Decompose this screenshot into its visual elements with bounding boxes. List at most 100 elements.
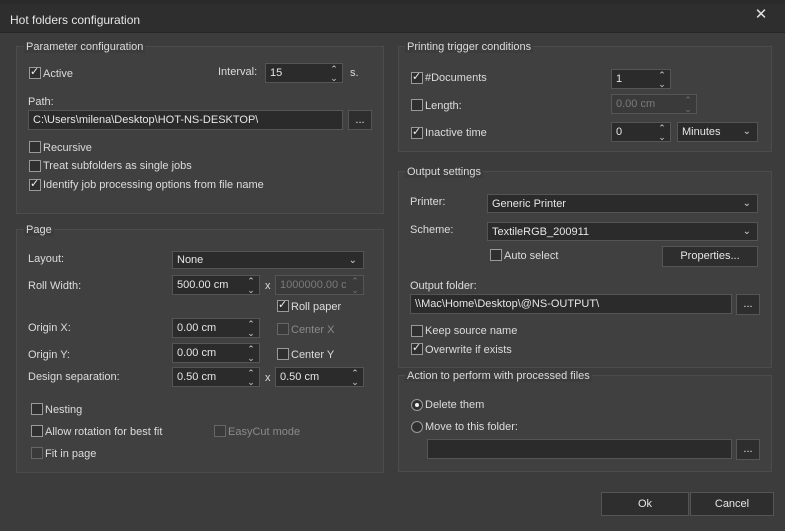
output-folder-label: Output folder:: [410, 280, 477, 292]
interval-input[interactable]: 15 ⌃ ⌄: [265, 63, 343, 83]
roll-paper-label: Roll paper: [291, 301, 342, 313]
treat-subfolders-label: Treat subfolders as single jobs: [43, 160, 192, 172]
nesting-checkbox[interactable]: [31, 403, 43, 415]
roll-height-value: 1000000.00 cm: [280, 279, 346, 291]
length-label: Length:: [425, 100, 462, 112]
interval-spinner[interactable]: ⌃ ⌄: [329, 64, 339, 83]
active-label: Active: [43, 68, 73, 80]
printer-value: Generic Printer: [492, 198, 566, 210]
design-separation-y-value: 0.50 cm: [280, 371, 320, 383]
origin-y-value: 0.00 cm: [177, 347, 217, 359]
origin-x-spinner[interactable]: ⌃ ⌄: [246, 319, 256, 338]
origin-x-value: 0.00 cm: [177, 322, 217, 334]
cancel-button[interactable]: Cancel: [690, 492, 774, 516]
center-y-checkbox[interactable]: [277, 348, 289, 360]
ok-button[interactable]: Ok: [601, 492, 689, 516]
roll-width-value: 500.00 cm: [177, 279, 229, 291]
move-to-folder-label: Move to this folder:: [425, 421, 518, 433]
path-input[interactable]: C:\Users\milena\Desktop\HOT-NS-DESKTOP\: [28, 110, 343, 130]
easycut-label: EasyCut mode: [228, 426, 301, 438]
roll-height-input: 1000000.00 cm ⌃⌄: [275, 275, 364, 295]
inactive-unit-value: Minutes: [682, 126, 721, 138]
move-to-folder-radio[interactable]: [411, 421, 423, 433]
identify-job-label: Identify job processing options from fil…: [43, 179, 264, 191]
layout-dropdown[interactable]: None ⌄: [172, 251, 364, 269]
design-separation-y-input[interactable]: 0.50 cm ⌃ ⌄: [275, 367, 364, 387]
origin-y-label: Origin Y:: [28, 349, 70, 361]
inactive-time-spinner[interactable]: ⌃ ⌄: [657, 123, 667, 142]
documents-label: #Documents: [425, 72, 487, 84]
roll-width-input[interactable]: 500.00 cm ⌃ ⌄: [172, 275, 260, 295]
roll-height-spinner: ⌃ ⌄: [351, 276, 359, 295]
close-icon[interactable]: ✕: [748, 4, 774, 26]
center-y-label: Center Y: [291, 349, 335, 361]
layout-label: Layout:: [28, 253, 65, 265]
treat-subfolders-checkbox[interactable]: [29, 160, 41, 172]
length-checkbox[interactable]: [411, 99, 423, 111]
layout-value: None: [177, 254, 204, 266]
inactive-unit-dropdown[interactable]: Minutes ⌄: [677, 122, 758, 142]
interval-value: 15: [270, 67, 283, 79]
origin-x-input[interactable]: 0.00 cm ⌃ ⌄: [172, 318, 260, 338]
origin-y-input[interactable]: 0.00 cm ⌃ ⌄: [172, 343, 260, 363]
active-checkbox[interactable]: [29, 65, 41, 79]
page-title: Page: [24, 224, 54, 236]
documents-checkbox[interactable]: [411, 70, 423, 84]
length-value: 0.00 cm: [616, 98, 656, 110]
scheme-value: TextileRGB_200911: [492, 226, 590, 238]
design-separation-y-spinner[interactable]: ⌃ ⌄: [350, 368, 360, 387]
design-separation-x-input[interactable]: 0.50 cm ⌃ ⌄: [172, 367, 260, 387]
origin-y-spinner[interactable]: ⌃ ⌄: [246, 344, 256, 363]
documents-value: 1: [616, 73, 623, 85]
path-label: Path:: [28, 96, 54, 108]
action-title: Action to perform with processed files: [405, 370, 592, 382]
move-folder-browse-button[interactable]: ...: [736, 439, 760, 460]
design-separation-separator: x: [265, 372, 271, 384]
path-browse-button[interactable]: ...: [348, 110, 372, 130]
printer-label: Printer:: [410, 196, 446, 208]
path-value: C:\Users\milena\Desktop\HOT-NS-DESKTOP\: [33, 114, 259, 126]
auto-select-label: Auto select: [504, 250, 559, 262]
delete-them-label: Delete them: [425, 399, 485, 411]
fit-in-page-label: Fit in page: [45, 448, 97, 460]
properties-button[interactable]: Properties...: [662, 246, 758, 267]
inactive-time-checkbox[interactable]: [411, 125, 423, 139]
auto-select-checkbox[interactable]: [490, 249, 502, 261]
keep-source-name-label: Keep source name: [425, 325, 518, 337]
recursive-checkbox[interactable]: [29, 141, 41, 153]
center-x-label: Center X: [291, 324, 335, 336]
window-title: Hot folders configuration: [10, 13, 141, 27]
roll-size-separator: x: [265, 280, 271, 292]
design-separation-x-spinner[interactable]: ⌃ ⌄: [246, 368, 256, 387]
recursive-label: Recursive: [43, 142, 92, 154]
roll-width-label: Roll Width:: [28, 280, 82, 292]
scheme-label: Scheme:: [410, 224, 454, 236]
allow-rotation-checkbox[interactable]: [31, 425, 43, 437]
fit-in-page-checkbox[interactable]: [31, 447, 43, 459]
roll-width-spinner[interactable]: ⌃ ⌄: [246, 276, 256, 295]
inactive-time-label: Inactive time: [425, 127, 487, 139]
inactive-time-input[interactable]: 0 ⌃ ⌄: [611, 122, 671, 142]
delete-them-radio[interactable]: [411, 399, 423, 411]
overwrite-checkbox[interactable]: [411, 341, 423, 355]
length-spinner: ⌃ ⌄: [684, 95, 692, 114]
scheme-chevron-down-icon: ⌄: [742, 226, 751, 237]
inactive-unit-chevron-down-icon: ⌄: [742, 126, 751, 137]
roll-paper-checkbox[interactable]: [277, 298, 289, 312]
output-folder-input[interactable]: \\Mac\Home\Desktop\@NS-OUTPUT\: [410, 294, 732, 314]
parameter-configuration-title: Parameter configuration: [24, 41, 146, 53]
keep-source-name-checkbox[interactable]: [411, 325, 423, 337]
design-separation-x-value: 0.50 cm: [177, 371, 217, 383]
center-x-checkbox: [277, 323, 289, 335]
documents-input[interactable]: 1 ⌃ ⌄: [611, 69, 671, 89]
printer-dropdown[interactable]: Generic Printer ⌄: [487, 194, 758, 213]
origin-x-label: Origin X:: [28, 322, 71, 334]
output-folder-browse-button[interactable]: ...: [736, 294, 760, 315]
identify-job-checkbox[interactable]: [29, 177, 41, 191]
scheme-dropdown[interactable]: TextileRGB_200911 ⌄: [487, 222, 758, 241]
length-input: 0.00 cm ⌃ ⌄: [611, 94, 697, 114]
move-folder-input[interactable]: [427, 439, 732, 459]
easycut-checkbox: [214, 425, 226, 437]
design-separation-label: Design separation:: [28, 371, 120, 383]
documents-spinner[interactable]: ⌃ ⌄: [657, 70, 667, 89]
